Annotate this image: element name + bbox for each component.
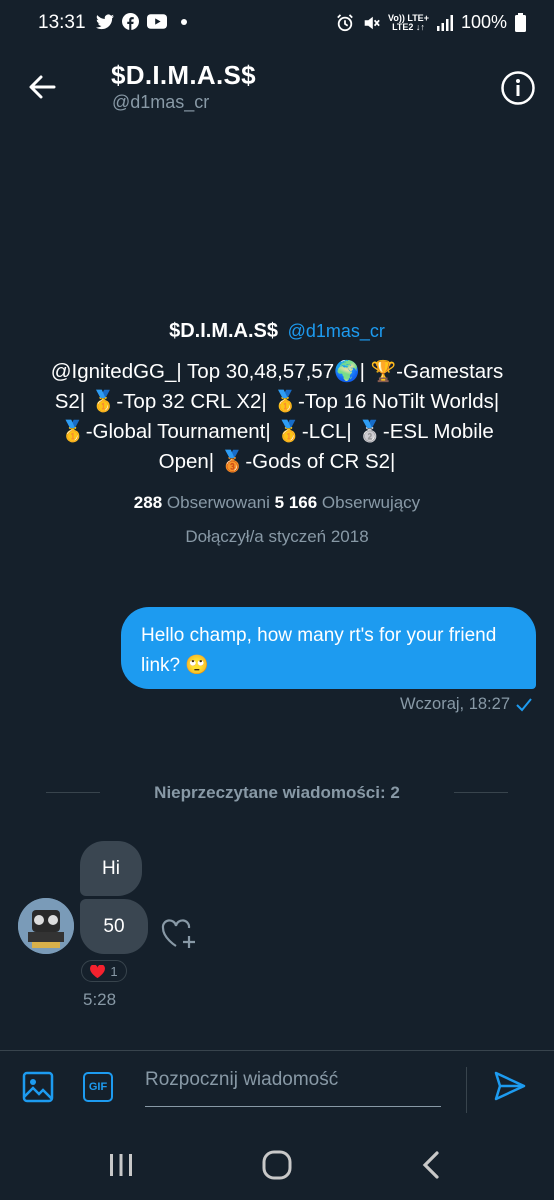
profile-card[interactable]: $D.I.M.A.S$ @d1mas_cr @IgnitedGG_| Top 3… [0,320,554,547]
outgoing-message-meta: Wczoraj, 18:27 [400,695,532,714]
facebook-icon [122,13,139,30]
image-icon[interactable] [22,1071,54,1103]
profile-name: $D.I.M.A.S$ [169,320,279,342]
profile-handle: @d1mas_cr [287,321,385,341]
incoming-message-bubble[interactable]: Hi [80,841,142,896]
profile-stats: 288 Obserwowani 5 166 Obserwujący [0,493,554,513]
unread-divider-label: Nieprzeczytane wiadomości: 2 [154,783,400,802]
avatar-image [18,898,74,954]
info-icon[interactable] [500,70,536,106]
youtube-icon [147,14,167,29]
joined-date: Dołączył/a styczeń 2018 [185,527,369,546]
bio-line: 🥇-Global Tournament| 🥇-LCL| 🥈-ESL Mobile [60,420,494,443]
nav-back-icon[interactable] [420,1150,442,1180]
send-icon[interactable] [494,1071,526,1101]
twitter-icon [96,13,114,29]
incoming-message-time: 5:28 [83,990,117,1009]
recent-apps-icon[interactable] [108,1152,134,1178]
status-bar: 13:31 Vo)) LTE+ LTE2 ↓↑ 100% [0,0,554,46]
dot-icon [181,18,187,25]
message-composer: GIF Rozpocznij wiadomość [0,1050,554,1132]
add-reaction-icon[interactable] [160,916,198,952]
reaction-count: 1 [110,963,118,979]
back-arrow-icon[interactable] [28,74,56,100]
followers-count: 5 166 [274,493,318,512]
mute-icon [364,16,380,29]
following-count: 288 [133,493,163,512]
system-nav-bar [0,1132,554,1200]
unread-divider: Nieprzeczytane wiadomości: 2 [46,781,508,805]
avatar[interactable] [18,898,74,954]
bio-line: Open| 🥉-Gods of CR S2| [158,450,396,473]
conversation-header: $D.I.M.A.S$ @d1mas_cr [0,46,554,130]
reaction-badge[interactable]: 1 [81,960,127,982]
conversation-title: $D.I.M.A.S$ [111,60,256,90]
alarm-icon [337,13,353,31]
home-icon[interactable] [262,1150,292,1180]
heart-icon [90,964,106,978]
followers-label: Obserwujący [321,493,421,512]
outgoing-message-time: Wczoraj, 18:27 [399,695,510,713]
outgoing-message-bubble[interactable]: Hello champ, how many rt's for your frie… [121,607,536,689]
battery-percent: 100% [460,12,507,32]
gif-button[interactable]: GIF [83,1072,113,1102]
checkmark-icon [516,697,532,711]
profile-bio: @IgnitedGG_| Top 30,48,57,57🌍| 🏆-Gamesta… [22,357,532,477]
battery-icon [515,13,526,32]
network-type-bottom: LTE2 ↓↑ [392,21,425,32]
status-time: 13:31 [38,12,86,33]
incoming-message-bubble[interactable]: 50 [80,899,148,954]
bio-line: S2| 🥇-Top 32 CRL X2| 🥇-Top 16 NoTilt Wor… [54,390,500,413]
following-label: Obserwowani [166,493,270,512]
bio-line: @IgnitedGG_| Top 30,48,57,57🌍| 🏆-Gamesta… [50,360,504,383]
message-input[interactable]: Rozpocznij wiadomość [145,1069,441,1107]
composer-divider [466,1067,467,1113]
conversation-handle: @d1mas_cr [112,92,210,112]
signal-icon [436,14,453,31]
